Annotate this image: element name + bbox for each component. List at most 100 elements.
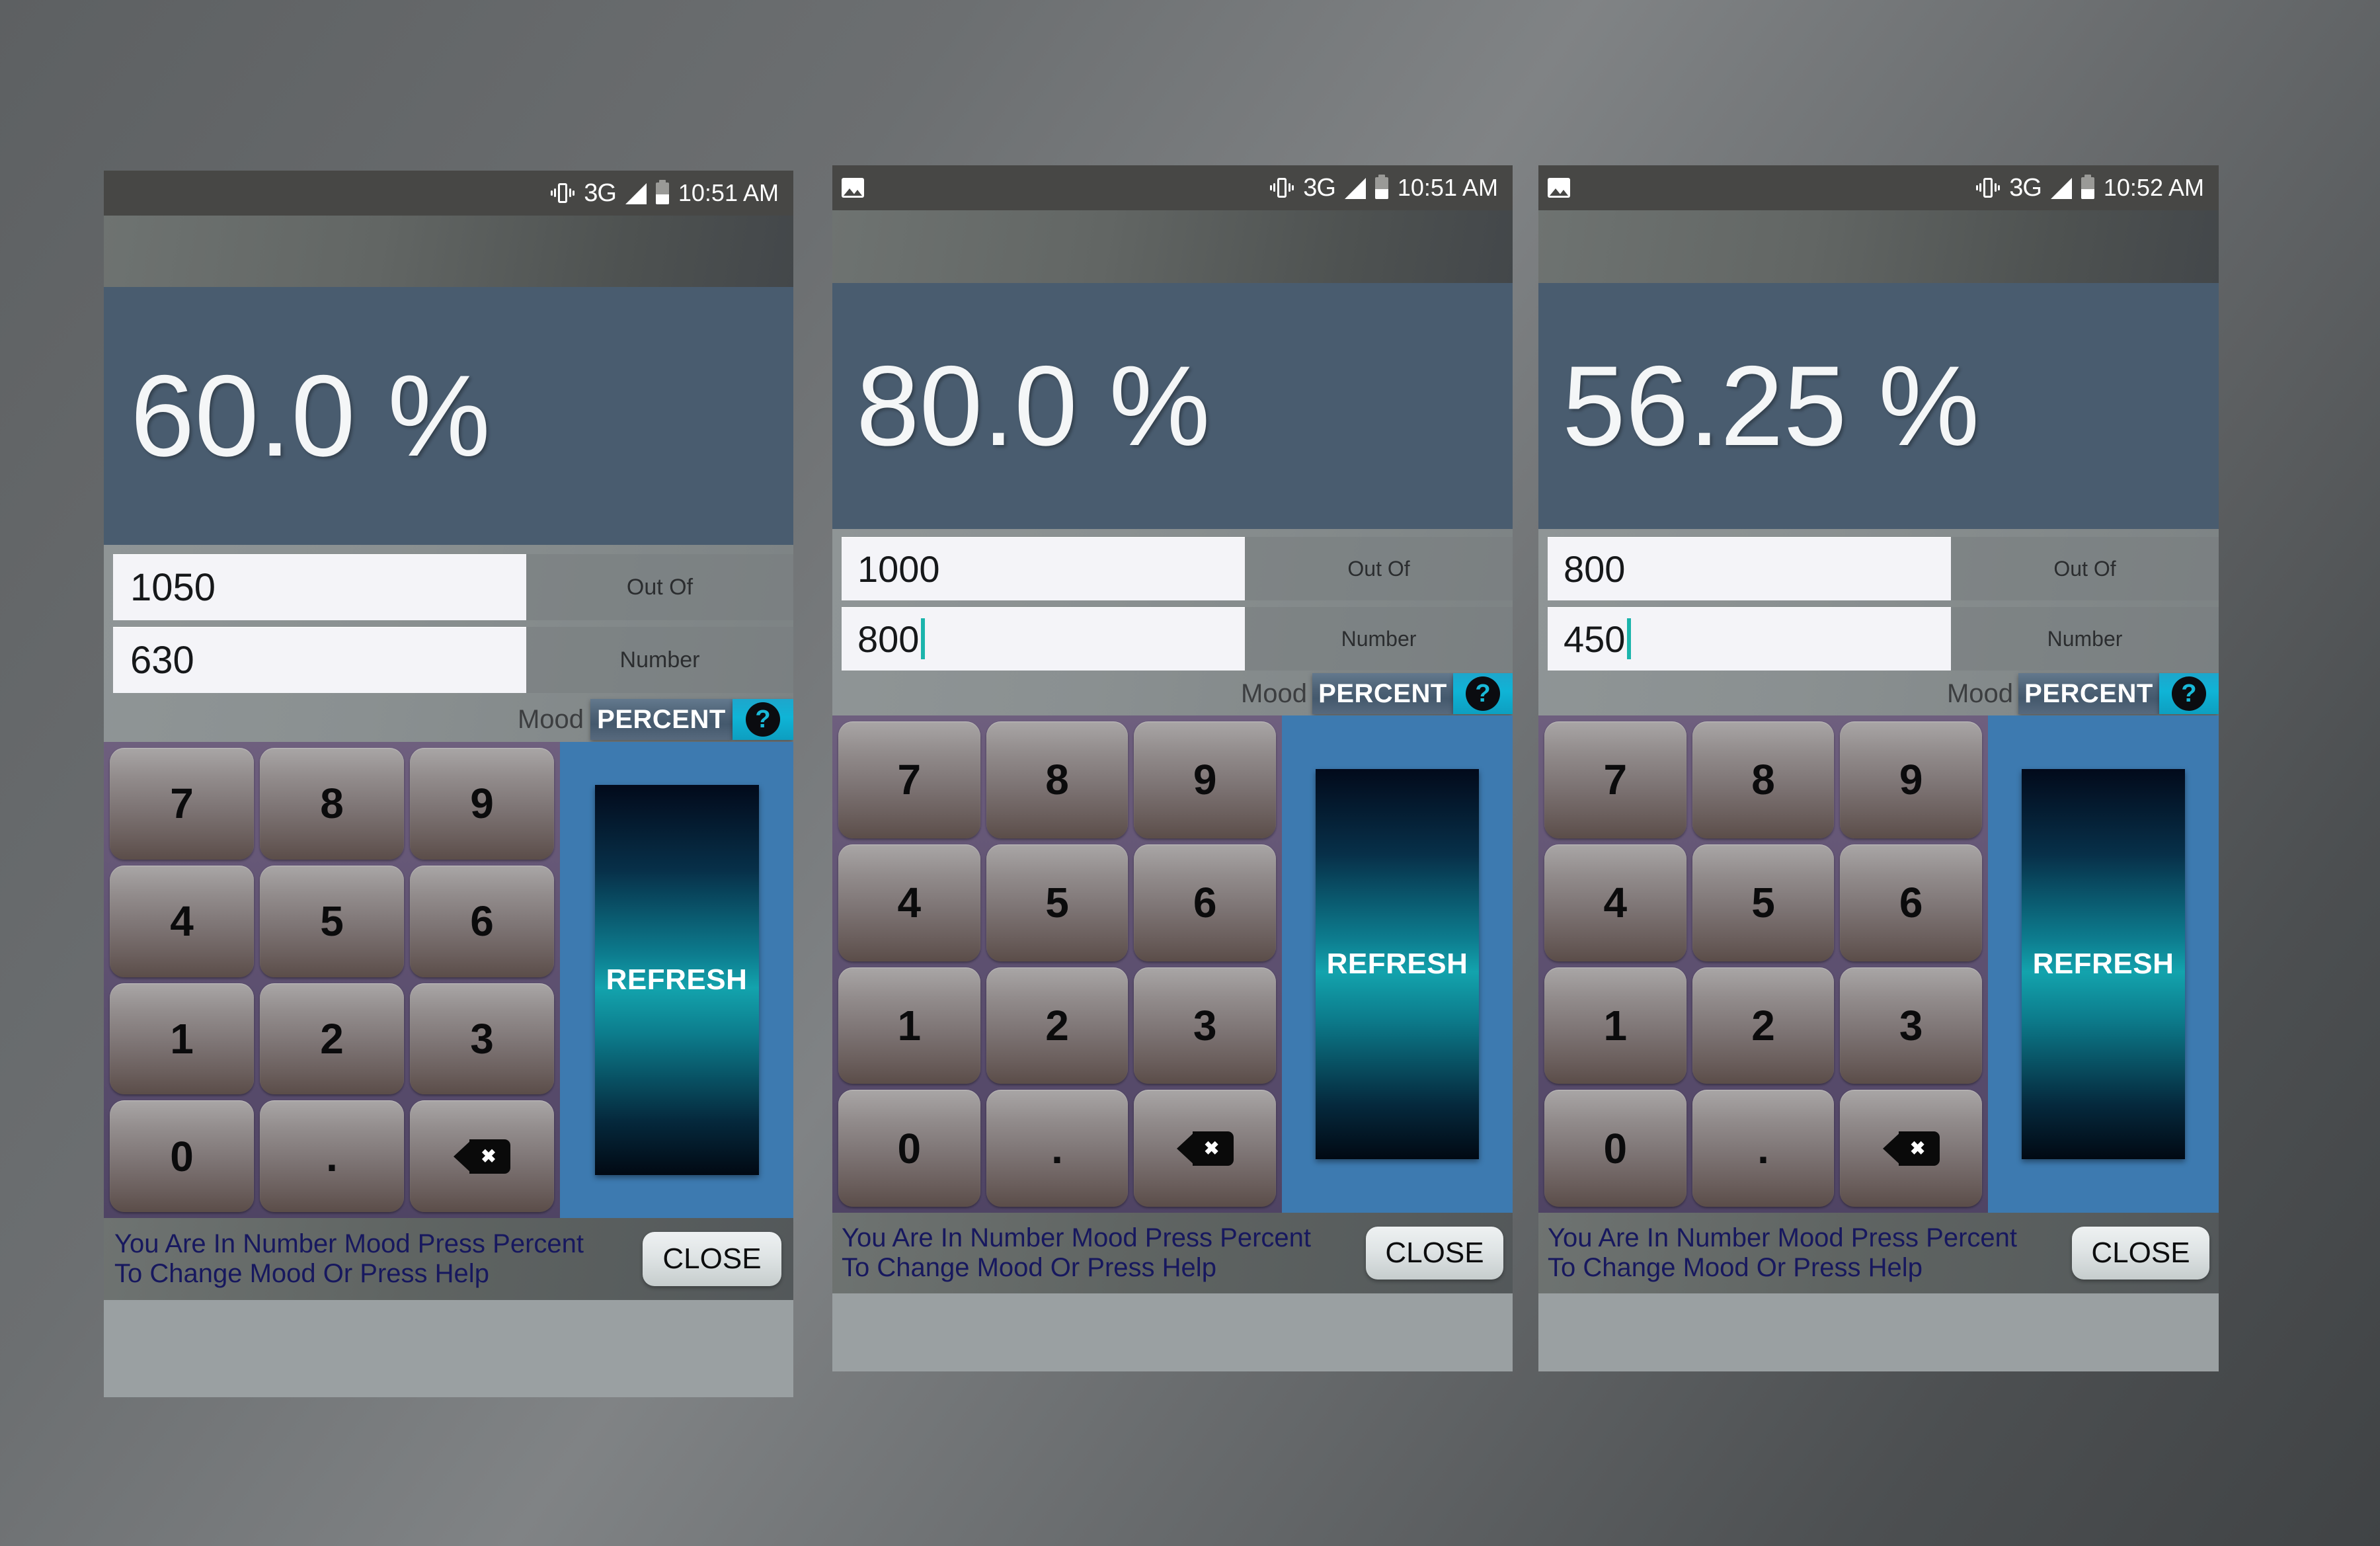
key-0-label: 0 (897, 1124, 922, 1172)
percent-mode-button[interactable]: PERCENT (2018, 673, 2159, 714)
battery-icon (655, 179, 669, 204)
key-0-label: 0 (170, 1132, 194, 1180)
percent-result-banner: 56.25 % (1538, 283, 2219, 529)
app-header-band (832, 210, 1513, 283)
number-row: 630 Number (104, 627, 793, 693)
key-5-label: 5 (320, 897, 344, 946)
key-1-label: 1 (170, 1014, 194, 1063)
refresh-button[interactable]: REFRESH (594, 785, 759, 1175)
key-4[interactable]: 4 (110, 865, 254, 977)
key-7[interactable]: 7 (110, 748, 254, 860)
numeric-keypad-area: 7 8 9 4 5 6 1 2 3 0 . ✖ REFRESH (1538, 715, 2219, 1213)
close-button[interactable]: CLOSE (2072, 1227, 2209, 1280)
key-9[interactable]: 9 (1134, 721, 1276, 838)
key-0[interactable]: 0 (110, 1100, 254, 1212)
key-0[interactable]: 0 (1544, 1090, 1686, 1207)
key-7-label: 7 (1603, 756, 1628, 804)
key-3[interactable]: 3 (1840, 967, 1982, 1084)
key-1[interactable]: 1 (110, 983, 254, 1095)
key-6[interactable]: 6 (1840, 844, 1982, 961)
network-type-label: 3G (2009, 174, 2042, 202)
number-input[interactable]: 450 (1548, 607, 1951, 671)
key-2[interactable]: 2 (986, 967, 1129, 1084)
backspace-icon: ✖ (1882, 1131, 1940, 1166)
help-glyph: ? (1475, 680, 1491, 708)
numeric-keys: 7 8 9 4 5 6 1 2 3 0 . ✖ (104, 742, 560, 1218)
key-7[interactable]: 7 (1544, 721, 1686, 838)
key-5[interactable]: 5 (986, 844, 1129, 961)
number-input[interactable]: 630 (113, 627, 526, 693)
key-backspace[interactable]: ✖ (410, 1100, 554, 1212)
key-8-label: 8 (1045, 756, 1069, 804)
key-3[interactable]: 3 (410, 983, 554, 1095)
status-bar-notifications (1548, 178, 1570, 198)
key-8[interactable]: 8 (1692, 721, 1835, 838)
number-label: Number (1951, 607, 2219, 671)
key-1[interactable]: 1 (1544, 967, 1686, 1084)
key-2[interactable]: 2 (260, 983, 404, 1095)
hint-text: You Are In Number Mood Press Percent To … (842, 1223, 1311, 1282)
number-row: 800 Number (832, 607, 1513, 671)
key-9[interactable]: 9 (410, 748, 554, 860)
key-3[interactable]: 3 (1134, 967, 1276, 1084)
key-8-label: 8 (1751, 756, 1775, 804)
key-6[interactable]: 6 (410, 865, 554, 977)
mood-label: Mood (517, 704, 584, 734)
hint-bar: You Are In Number Mood Press Percent To … (1538, 1213, 2219, 1293)
key-decimal[interactable]: . (986, 1090, 1129, 1207)
key-backspace[interactable]: ✖ (1134, 1090, 1276, 1207)
key-4[interactable]: 4 (838, 844, 980, 961)
key-2[interactable]: 2 (1692, 967, 1835, 1084)
key-7[interactable]: 7 (838, 721, 980, 838)
percent-mode-button[interactable]: PERCENT (1312, 673, 1453, 714)
vibrate-icon (1270, 177, 1294, 199)
percent-mode-button[interactable]: PERCENT (590, 699, 733, 740)
key-6[interactable]: 6 (1134, 844, 1276, 961)
key-4[interactable]: 4 (1544, 844, 1686, 961)
key-backspace[interactable]: ✖ (1840, 1090, 1982, 1207)
key-1[interactable]: 1 (838, 967, 980, 1084)
number-row: 450 Number (1538, 607, 2219, 671)
backspace-icon: ✖ (454, 1139, 510, 1174)
key-decimal[interactable]: . (1692, 1090, 1835, 1207)
refresh-button[interactable]: REFRESH (2022, 769, 2185, 1159)
phone-screenshot-2: 3G 10:51 AM 80.0 % 1000 Out Of 800 Numbe… (832, 165, 1513, 1371)
number-value: 450 (1564, 618, 1626, 660)
out-of-input[interactable]: 1050 (113, 554, 526, 620)
key-5-label: 5 (1045, 879, 1069, 927)
help-button[interactable]: ? (1453, 673, 1513, 714)
key-9[interactable]: 9 (1840, 721, 1982, 838)
number-label: Number (1245, 607, 1513, 671)
close-button[interactable]: CLOSE (643, 1232, 781, 1286)
percent-result-value: 60.0 % (130, 351, 491, 481)
out-of-value: 1000 (857, 548, 940, 590)
key-decimal[interactable]: . (260, 1100, 404, 1212)
key-8[interactable]: 8 (260, 748, 404, 860)
app-header-band (1538, 210, 2219, 283)
backspace-icon: ✖ (1176, 1131, 1234, 1166)
out-of-row: 1050 Out Of (104, 554, 793, 620)
input-section: 1000 Out Of 800 Number Mood PERCENT ? (832, 529, 1513, 715)
key-3-label: 3 (1193, 1001, 1217, 1049)
key-9-label: 9 (1193, 756, 1217, 804)
key-5[interactable]: 5 (260, 865, 404, 977)
out-of-input[interactable]: 800 (1548, 537, 1951, 600)
help-button[interactable]: ? (2159, 673, 2219, 714)
close-button[interactable]: CLOSE (1366, 1227, 1503, 1280)
numeric-keys: 7 8 9 4 5 6 1 2 3 0 . ✖ (832, 715, 1282, 1213)
key-0[interactable]: 0 (838, 1090, 980, 1207)
key-8[interactable]: 8 (986, 721, 1129, 838)
close-button-label: CLOSE (662, 1242, 762, 1275)
help-button[interactable]: ? (733, 699, 793, 740)
out-of-label: Out Of (1951, 537, 2219, 600)
number-input[interactable]: 800 (842, 607, 1245, 671)
out-of-input[interactable]: 1000 (842, 537, 1245, 600)
refresh-button-label: REFRESH (606, 963, 748, 996)
key-5[interactable]: 5 (1692, 844, 1835, 961)
key-decimal-label: . (1757, 1124, 1769, 1172)
out-of-label: Out Of (1245, 537, 1513, 600)
percent-result-value: 80.0 % (856, 343, 1210, 469)
key-2-label: 2 (1045, 1001, 1069, 1049)
screenshot-collage: 3G 10:51 AM 60.0 % 1050 Out Of 630 Numbe… (0, 0, 2380, 1546)
refresh-button[interactable]: REFRESH (1316, 769, 1479, 1159)
